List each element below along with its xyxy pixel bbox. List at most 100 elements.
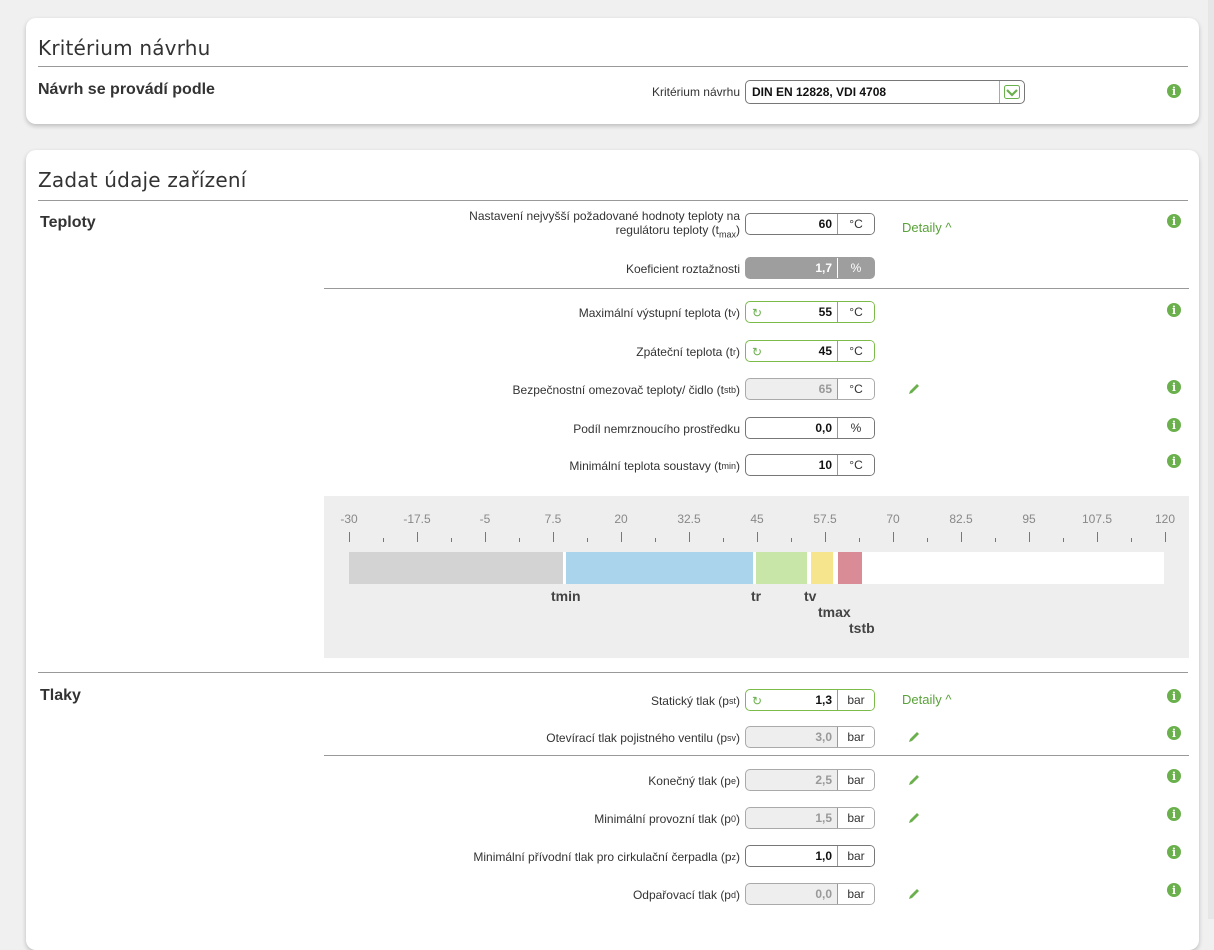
chevron-up-icon: ^ <box>945 692 952 707</box>
tick-label: 20 <box>614 512 628 526</box>
pst-input[interactable]: ↻ 1,3 bar <box>745 689 875 711</box>
tmin-value[interactable]: 10 <box>746 455 837 475</box>
psv-input[interactable]: 3,0 bar <box>745 726 875 748</box>
row-pst: Statický tlak (p st) ↻ 1,3 bar Detaily ^ … <box>26 689 1199 719</box>
scrollbar[interactable] <box>1208 0 1214 919</box>
tr-label-text: Zpáteční teplota (t <box>636 345 733 359</box>
psv-label-sub: sv <box>727 733 736 743</box>
tmax-label-end: ) <box>736 222 740 237</box>
psv-label: Otevírací tlak pojistného ventilu (p sv) <box>546 726 740 750</box>
row-antifreeze: Podíl nemrznoucího prostředku 0,0 % i <box>26 417 1199 447</box>
details-toggle-temperatures[interactable]: Detaily ^ <box>902 220 951 235</box>
segment-tv-to-tmax <box>811 552 833 584</box>
info-icon[interactable]: i <box>1167 84 1181 98</box>
scale-tick <box>893 532 894 542</box>
tv-input[interactable]: ↻ 55 °C <box>745 301 875 323</box>
info-icon[interactable]: i <box>1167 418 1181 432</box>
antifreeze-value[interactable]: 0,0 <box>746 418 837 438</box>
pe-label-end: ) <box>736 774 740 788</box>
antifreeze-unit: % <box>837 418 874 438</box>
divider <box>324 288 1189 289</box>
tr-unit: °C <box>837 341 874 361</box>
info-icon[interactable]: i <box>1167 214 1181 228</box>
scale-tick <box>689 532 690 542</box>
scale-tick <box>349 532 350 542</box>
marker-tmin: tmin <box>551 588 581 604</box>
pencil-icon[interactable] <box>906 772 922 788</box>
tmax-unit: °C <box>837 214 874 234</box>
details-label: Detaily <box>902 220 942 235</box>
scale-tick <box>927 538 928 542</box>
psv-label-end: ) <box>736 731 740 745</box>
info-icon[interactable]: i <box>1167 883 1181 897</box>
marker-tstb: tstb <box>849 620 875 636</box>
expansion-coefficient-unit: % <box>837 258 874 278</box>
expansion-coefficient-value-box: 1,7 % <box>745 257 875 279</box>
info-icon[interactable]: i <box>1167 689 1181 703</box>
row-pd: Odpařovací tlak (p d) 0,0 bar i <box>26 883 1199 913</box>
row-psv: Otevírací tlak pojistného ventilu (p sv) … <box>26 726 1199 756</box>
scale-tick <box>825 532 826 542</box>
scale-tick <box>655 538 656 542</box>
pd-label: Odpařovací tlak (p d) <box>633 883 740 907</box>
tr-value[interactable]: 45 <box>746 341 837 361</box>
tstb-input[interactable]: 65 °C <box>745 378 875 400</box>
p0-label-end: ) <box>736 812 740 826</box>
info-icon[interactable]: i <box>1167 769 1181 783</box>
expansion-coefficient-label: Koeficient roztažnosti <box>625 262 740 276</box>
info-icon[interactable]: i <box>1167 807 1181 821</box>
p0-value: 1,5 <box>815 811 832 825</box>
tick-label: 120 <box>1154 512 1176 526</box>
info-icon[interactable]: i <box>1167 303 1181 317</box>
tmax-value[interactable]: 60 <box>746 214 837 234</box>
info-icon[interactable]: i <box>1167 454 1181 468</box>
pencil-icon[interactable] <box>906 729 922 745</box>
pe-input[interactable]: 2,5 bar <box>745 769 875 791</box>
tv-label-text: Maximální výstupní teplota (t <box>578 306 732 320</box>
criterion-row: Kritérium návrhu DIN EN 12828, VDI 4708 … <box>26 80 1199 110</box>
antifreeze-label: Podíl nemrznoucího prostředku <box>573 422 740 436</box>
tmax-label-sub: max <box>718 229 736 240</box>
marker-tmax: tmax <box>818 604 851 620</box>
pe-unit: bar <box>837 770 874 790</box>
marker-tv: tv <box>804 588 817 604</box>
pe-value: 2,5 <box>815 773 832 787</box>
tick-label: 70 <box>886 512 900 526</box>
card-title: Kritérium návrhu <box>38 36 211 60</box>
pencil-icon[interactable] <box>906 810 922 826</box>
pst-value[interactable]: 1,3 <box>746 690 837 710</box>
tv-value[interactable]: 55 <box>746 302 837 322</box>
criterion-select[interactable]: DIN EN 12828, VDI 4708 <box>745 80 1025 104</box>
tr-label: Zpáteční teplota (t r) <box>636 340 740 364</box>
chevron-down-icon[interactable] <box>999 81 1024 103</box>
pe-label: Konečný tlak (p e) <box>648 769 740 793</box>
marker-tr: tr <box>751 588 762 604</box>
tstb-unit: °C <box>837 379 874 399</box>
temperature-scale: -30 -17.5 -5 7.5 20 32.5 45 57.5 70 82.5… <box>324 496 1189 658</box>
info-icon[interactable]: i <box>1167 380 1181 394</box>
scale-tick <box>383 538 384 542</box>
pz-unit: bar <box>837 846 874 866</box>
tr-input[interactable]: ↻ 45 °C <box>745 340 875 362</box>
pz-input[interactable]: 1,0 bar <box>745 845 875 867</box>
tmin-input[interactable]: 10 °C <box>745 454 875 476</box>
tmax-label-line2: regulátoru teploty (tmax) <box>616 223 740 241</box>
tstb-label: Bezpečnostní omezovač teploty/ čidlo (t s… <box>513 378 740 402</box>
row-tmax: Nastavení nejvyšší požadované hodnoty te… <box>26 209 1199 241</box>
pencil-icon[interactable] <box>906 886 922 902</box>
tick-label: 45 <box>750 512 764 526</box>
tmax-input[interactable]: 60 °C <box>745 213 875 235</box>
tstb-value: 65 <box>818 382 832 396</box>
info-icon[interactable]: i <box>1167 726 1181 740</box>
design-criterion-card: Kritérium návrhu Návrh se provádí podle … <box>26 18 1199 124</box>
info-icon[interactable]: i <box>1167 845 1181 859</box>
pencil-icon[interactable] <box>906 381 922 397</box>
p0-input[interactable]: 1,5 bar <box>745 807 875 829</box>
details-toggle-pressures[interactable]: Detaily ^ <box>902 692 951 707</box>
p0-label-text: Minimální provozní tlak (p <box>594 812 731 826</box>
pd-input[interactable]: 0,0 bar <box>745 883 875 905</box>
antifreeze-input[interactable]: 0,0 % <box>745 417 875 439</box>
row-tv: Maximální výstupní teplota (t v) ↻ 55 °C … <box>26 301 1199 331</box>
row-pz: Minimální přívodní tlak pro cirkulační č… <box>26 845 1199 875</box>
pz-value[interactable]: 1,0 <box>746 846 837 866</box>
